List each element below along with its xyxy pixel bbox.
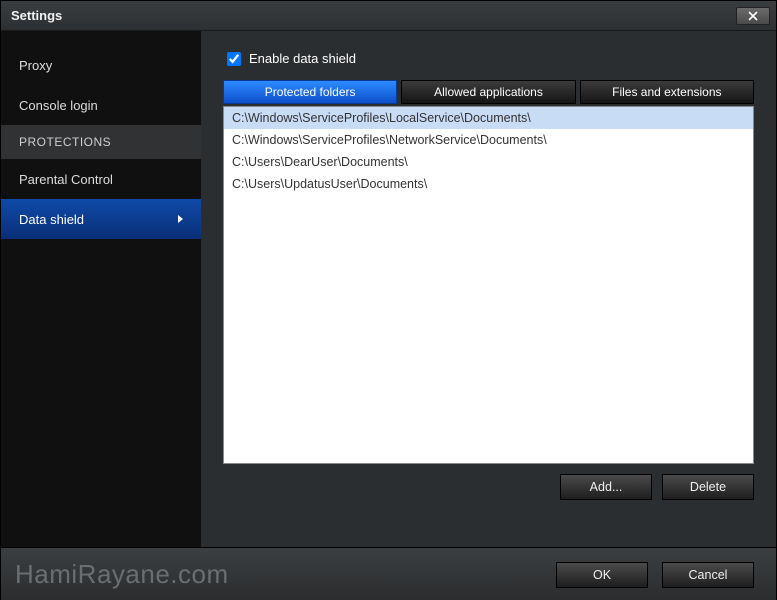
content-area: Proxy Console login PROTECTIONS Parental… bbox=[1, 31, 776, 547]
title-bar: Settings bbox=[1, 1, 776, 31]
button-label: Add... bbox=[590, 480, 623, 494]
sidebar-section-header: PROTECTIONS bbox=[1, 125, 201, 159]
footer-bar: HamiRayane.com OK Cancel bbox=[1, 547, 776, 600]
list-item[interactable]: C:\Users\DearUser\Documents\ bbox=[224, 151, 753, 173]
watermark-text: HamiRayane.com bbox=[15, 559, 229, 590]
enable-data-shield-checkbox[interactable] bbox=[227, 52, 241, 66]
enable-data-shield-label: Enable data shield bbox=[249, 51, 356, 66]
ok-button[interactable]: OK bbox=[556, 562, 648, 588]
list-item[interactable]: C:\Windows\ServiceProfiles\LocalService\… bbox=[224, 107, 753, 129]
chevron-right-icon bbox=[178, 215, 183, 223]
protected-folders-list[interactable]: C:\Windows\ServiceProfiles\LocalService\… bbox=[223, 106, 754, 464]
sidebar-item-data-shield[interactable]: Data shield bbox=[1, 199, 201, 239]
cancel-button[interactable]: Cancel bbox=[662, 562, 754, 588]
list-item[interactable]: C:\Users\UpdatusUser\Documents\ bbox=[224, 173, 753, 195]
tab-protected-folders[interactable]: Protected folders bbox=[223, 80, 397, 104]
sidebar-section-label: PROTECTIONS bbox=[19, 135, 111, 149]
sidebar-item-console-login[interactable]: Console login bbox=[1, 85, 201, 125]
add-button[interactable]: Add... bbox=[560, 474, 652, 500]
sidebar-item-label: Data shield bbox=[19, 212, 84, 227]
sidebar-item-label: Console login bbox=[19, 98, 98, 113]
main-pane: Enable data shield Protected folders All… bbox=[201, 31, 776, 547]
tab-label: Files and extensions bbox=[612, 85, 721, 99]
list-item[interactable]: C:\Windows\ServiceProfiles\NetworkServic… bbox=[224, 129, 753, 151]
close-button[interactable] bbox=[736, 7, 770, 25]
sidebar-item-parental-control[interactable]: Parental Control bbox=[1, 159, 201, 199]
sidebar-item-label: Proxy bbox=[19, 58, 52, 73]
tab-label: Allowed applications bbox=[434, 85, 543, 99]
tab-allowed-applications[interactable]: Allowed applications bbox=[401, 80, 575, 104]
button-label: OK bbox=[593, 568, 611, 582]
button-label: Cancel bbox=[689, 568, 728, 582]
sidebar: Proxy Console login PROTECTIONS Parental… bbox=[1, 31, 201, 547]
footer-buttons: OK Cancel bbox=[556, 562, 754, 588]
sidebar-item-label: Parental Control bbox=[19, 172, 113, 187]
delete-button[interactable]: Delete bbox=[662, 474, 754, 500]
button-label: Delete bbox=[690, 480, 726, 494]
tab-label: Protected folders bbox=[265, 85, 356, 99]
tab-bar: Protected folders Allowed applications F… bbox=[223, 80, 754, 104]
close-icon bbox=[748, 11, 758, 21]
list-action-row: Add... Delete bbox=[223, 474, 754, 500]
enable-data-shield-row[interactable]: Enable data shield bbox=[227, 51, 754, 66]
window-title: Settings bbox=[11, 8, 62, 23]
tab-files-and-extensions[interactable]: Files and extensions bbox=[580, 80, 754, 104]
sidebar-item-proxy[interactable]: Proxy bbox=[1, 45, 201, 85]
